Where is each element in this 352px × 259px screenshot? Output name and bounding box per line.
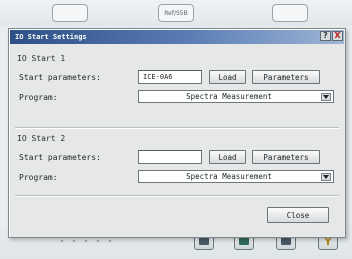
io-start-1-parameters-button[interactable]: Parameters [252,70,320,84]
io-start-2-parameters-button[interactable]: Parameters [252,150,320,164]
io-start-settings-dialog: IO Start Settings ? X IO Start 1 Start p… [8,28,346,238]
footer-separator [15,195,339,197]
io-start-2-program-select[interactable]: Spectra Measurement [138,170,334,183]
chevron-down-icon[interactable] [321,93,331,101]
io-start-1-group-title: IO Start 1 [17,54,66,63]
chevron-down-icon[interactable] [321,173,331,181]
io-start-1-start-parameters-label: Start parameters: [19,73,101,82]
close-button[interactable]: Close [267,207,329,223]
io-start-2-program-value: Spectra Measurement [186,172,272,181]
help-icon[interactable]: ? [320,31,331,41]
background-top-button-left[interactable] [52,4,88,22]
io-start-1-load-button[interactable]: Load [209,70,246,84]
io-start-1-program-label: Program: [19,93,58,102]
background-top-button-center[interactable]: Ref/S5B [158,4,194,22]
background-dots [56,240,116,242]
dialog-title: IO Start Settings [15,33,87,41]
io-start-2-start-parameters-input[interactable] [138,150,202,164]
io-start-2-load-button[interactable]: Load [209,150,246,164]
background-top-button-right[interactable] [272,4,308,22]
io-start-1-start-parameters-input[interactable]: ICE-0A6 [138,70,202,84]
close-icon[interactable]: X [332,31,343,41]
io-start-2-start-parameters-label: Start parameters: [19,153,101,162]
io-start-1-program-value: Spectra Measurement [186,92,272,101]
dialog-titlebar[interactable]: IO Start Settings [10,30,344,44]
io-start-1-program-select[interactable]: Spectra Measurement [138,90,334,103]
io-start-2-program-label: Program: [19,173,58,182]
background-toolbar: Ref/S5B [0,0,352,26]
group-separator [15,127,339,129]
io-start-2-group-title: IO Start 2 [17,134,66,143]
